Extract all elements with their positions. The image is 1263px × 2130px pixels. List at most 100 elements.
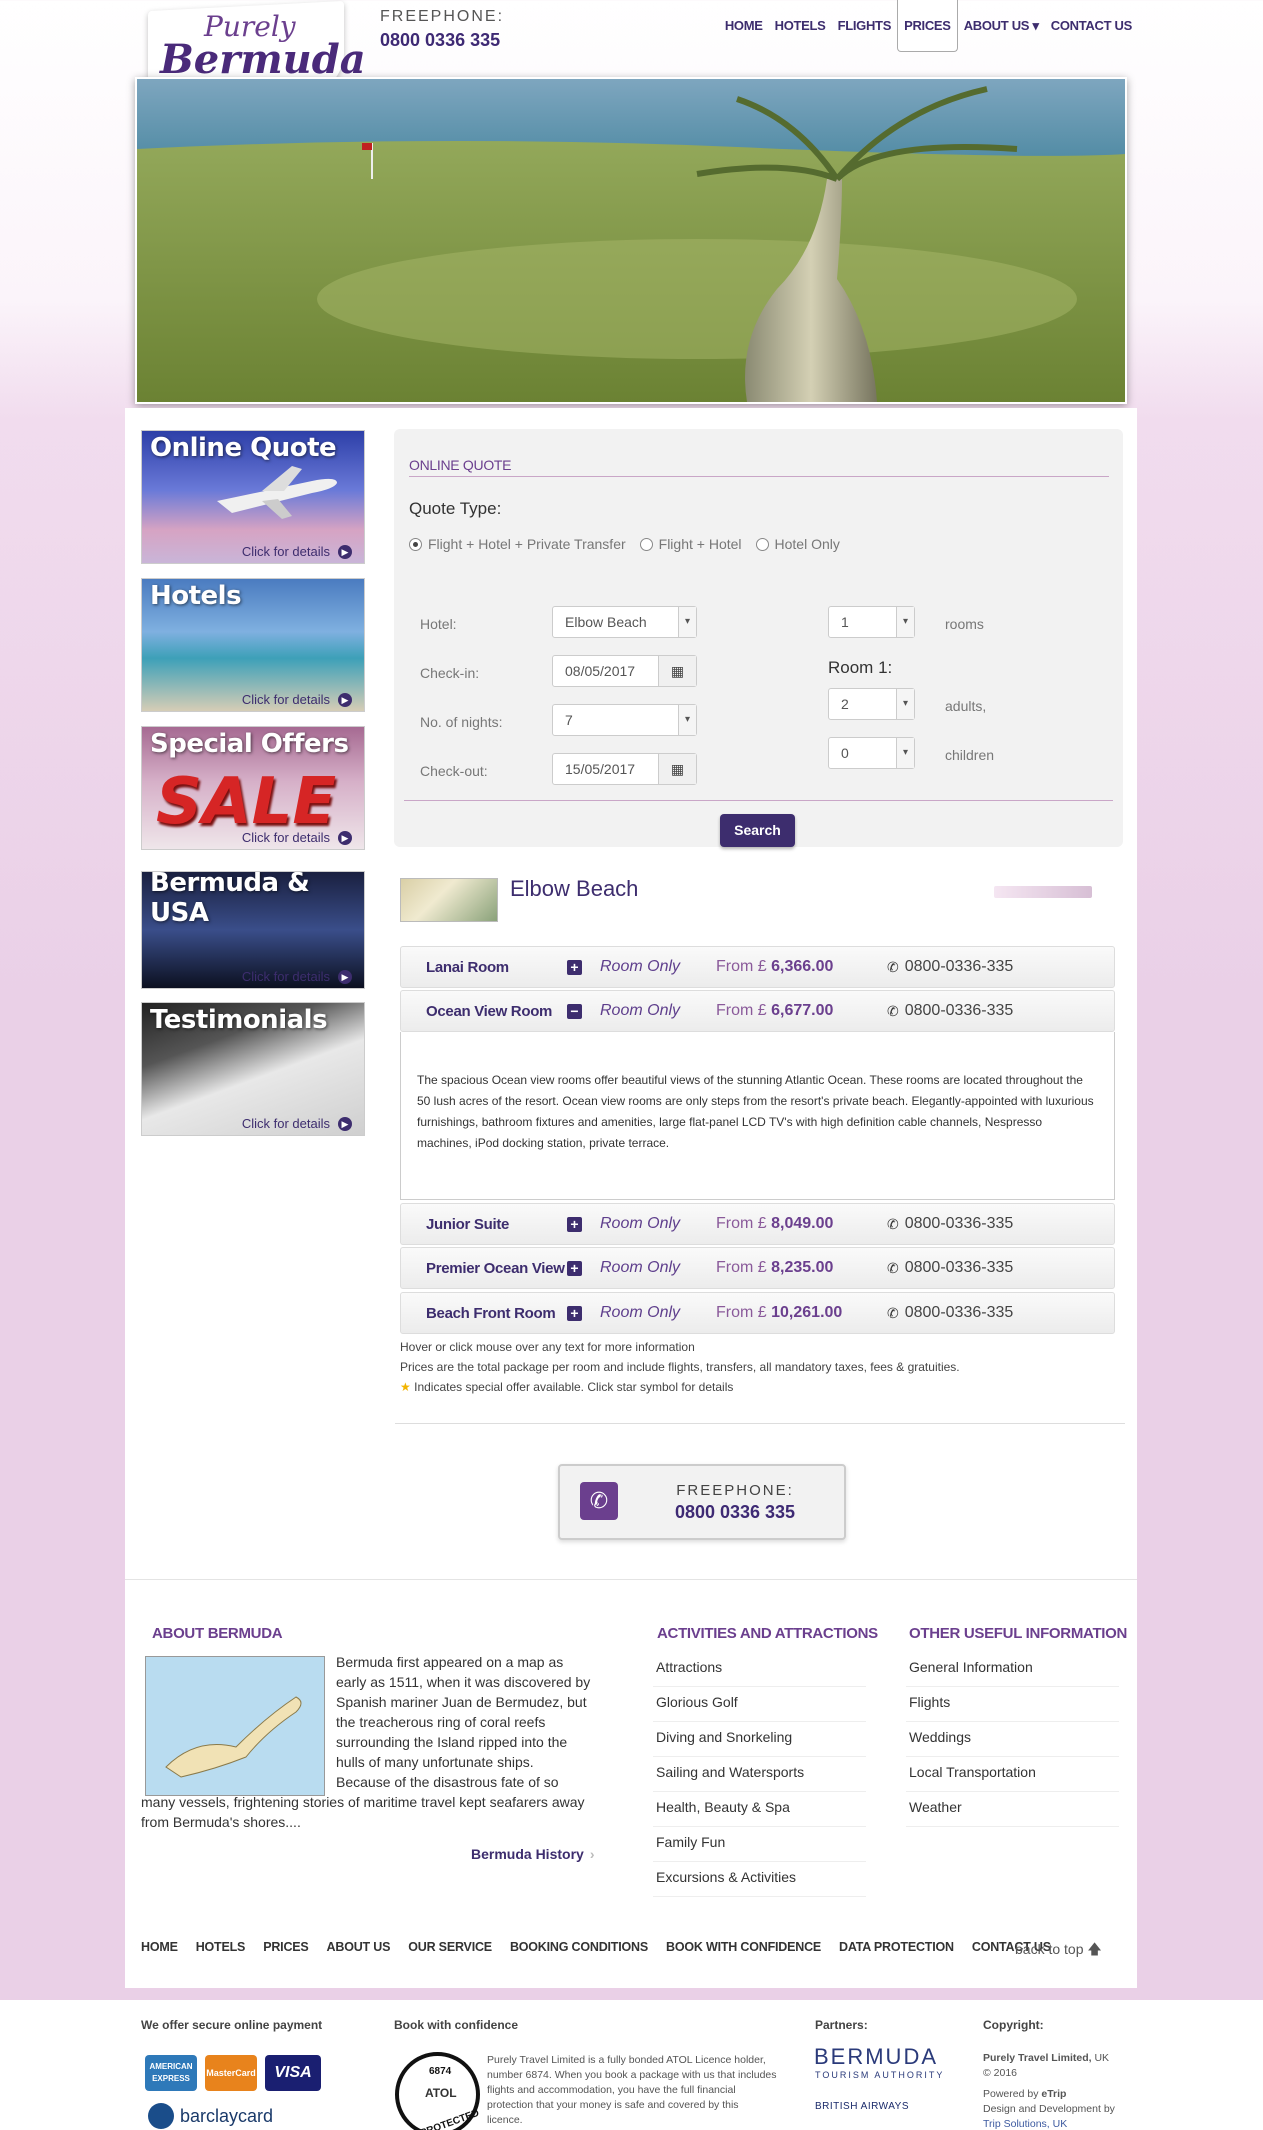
hotel-name[interactable]: Elbow Beach	[510, 876, 638, 902]
nav-contact-us[interactable]: CONTACT US	[1045, 0, 1138, 52]
room-row[interactable]: Junior Suite + Room Only From £ 8,049.00…	[400, 1203, 1115, 1245]
room-row[interactable]: Lanai Room + Room Only From £ 6,366.00 ✆…	[400, 946, 1115, 988]
hero-image	[135, 77, 1127, 404]
info-link[interactable]: Flights	[906, 1687, 1119, 1722]
header-freephone: FREEPHONE: 0800 0336 335	[380, 8, 504, 51]
footer-nav-hotels[interactable]: HOTELS	[196, 1940, 246, 1954]
adults-select[interactable]: 2 ▾	[828, 688, 915, 720]
checkout-input[interactable]: 15/05/2017 ▦	[552, 753, 697, 785]
collapse-icon[interactable]: −	[567, 1004, 582, 1019]
rooms-select[interactable]: 1 ▾	[828, 606, 915, 638]
promo-cta[interactable]: Click for details ▶	[242, 969, 352, 984]
bermuda-history-link[interactable]: Bermuda History ›	[471, 1846, 594, 1862]
activity-link[interactable]: Family Fun	[653, 1827, 866, 1862]
room-name[interactable]: Beach Front Room	[426, 1305, 556, 1322]
room-row-expanded[interactable]: Ocean View Room − Room Only From £ 6,677…	[400, 990, 1115, 1032]
nights-value: 7	[565, 712, 573, 728]
price-prefix: From £	[716, 1002, 767, 1019]
promo-cta[interactable]: Click for details ▶	[242, 830, 352, 845]
nav-hotels[interactable]: HOTELS	[769, 0, 832, 52]
info-link[interactable]: Weddings	[906, 1722, 1119, 1757]
expand-icon[interactable]: +	[567, 1217, 582, 1232]
star-icon[interactable]: ★	[400, 1380, 411, 1394]
radio-flight-hotel-transfer[interactable]: Flight + Hotel + Private Transfer	[409, 536, 626, 552]
nav-flights[interactable]: FLIGHTS	[832, 0, 898, 52]
room-name[interactable]: Lanai Room	[426, 959, 509, 976]
activity-link[interactable]: Attractions	[653, 1652, 866, 1687]
radio-button[interactable]	[409, 537, 422, 551]
footer-nav-about-us[interactable]: ABOUT US	[327, 1940, 391, 1954]
promo-cta[interactable]: Click for details ▶	[242, 692, 352, 707]
nav-about-us[interactable]: ABOUT US ▾	[958, 0, 1045, 52]
expand-icon[interactable]: +	[567, 960, 582, 975]
activity-link[interactable]: Excursions & Activities	[653, 1862, 866, 1897]
footer-nav-book-with-confidence[interactable]: BOOK WITH CONFIDENCE	[666, 1940, 821, 1954]
expand-icon[interactable]: +	[567, 1261, 582, 1276]
freephone-box-number[interactable]: 0800 0336 335	[650, 1502, 820, 1523]
calendar-icon[interactable]: ▦	[658, 754, 696, 784]
nav-prices[interactable]: PRICES	[897, 0, 958, 52]
room-phone[interactable]: ✆ 0800-0336-335	[887, 1215, 1013, 1233]
freephone-box[interactable]: ✆ FREEPHONE: 0800 0336 335	[558, 1464, 846, 1540]
activity-link[interactable]: Glorious Golf	[653, 1687, 866, 1722]
info-link[interactable]: Local Transportation	[906, 1757, 1119, 1792]
arrow-right-icon: ▶	[338, 1116, 352, 1131]
room-name[interactable]: Junior Suite	[426, 1216, 509, 1233]
hotel-select[interactable]: Elbow Beach ▾	[552, 606, 697, 638]
promo-title: Testimonials	[150, 1005, 328, 1035]
freephone-number[interactable]: 0800 0336 335	[380, 30, 504, 51]
children-select[interactable]: 0 ▾	[828, 737, 915, 769]
promo-cta[interactable]: Click for details ▶	[242, 544, 352, 559]
children-value: 0	[841, 745, 849, 761]
info-link[interactable]: General Information	[906, 1652, 1119, 1687]
room-name[interactable]: Ocean View Room	[426, 1003, 552, 1020]
about-text: Bermuda first appeared on a map as early…	[141, 1652, 591, 1832]
rating-bar	[994, 886, 1092, 898]
promo-online-quote[interactable]: Online Quote Click for details ▶	[141, 430, 365, 564]
quote-header: ONLINE QUOTE	[409, 457, 1109, 477]
footer-nav-prices[interactable]: PRICES	[263, 1940, 309, 1954]
room-row[interactable]: Beach Front Room + Room Only From £ 10,2…	[400, 1292, 1115, 1334]
promo-bermuda-usa[interactable]: Bermuda & USA Click for details ▶	[141, 871, 365, 989]
activity-link[interactable]: Diving and Snorkeling	[653, 1722, 866, 1757]
room-phone[interactable]: ✆ 0800-0336-335	[887, 1259, 1013, 1277]
hotel-label: Hotel:	[420, 616, 457, 632]
back-to-top-link[interactable]: back to top 🡅	[1015, 1939, 1102, 1963]
footer-nav-booking-conditions[interactable]: BOOKING CONDITIONS	[510, 1940, 648, 1954]
calendar-icon[interactable]: ▦	[658, 656, 696, 686]
hotel-thumbnail[interactable]	[400, 878, 498, 922]
price-value: 8,235.00	[771, 1259, 834, 1276]
footer-nav-our-service[interactable]: OUR SERVICE	[408, 1940, 492, 1954]
promo-cta[interactable]: Click for details ▶	[242, 1116, 352, 1131]
room-phone[interactable]: ✆ 0800-0336-335	[887, 1304, 1013, 1322]
adults-value: 2	[841, 696, 849, 712]
promo-hotels[interactable]: Hotels Click for details ▶	[141, 578, 365, 712]
radio-button[interactable]	[755, 537, 769, 551]
footer-nav-home[interactable]: HOME	[141, 1940, 178, 1954]
design-company-link[interactable]: Trip Solutions, UK	[983, 2118, 1067, 2130]
chevron-right-icon: ›	[589, 1846, 595, 1862]
caret-down-icon: ▾	[1032, 18, 1040, 33]
room-row[interactable]: Premier Ocean View + Room Only From £ 8,…	[400, 1247, 1115, 1289]
radio-button[interactable]	[639, 537, 653, 551]
powered-by-brand[interactable]: eTrip	[1041, 2088, 1066, 2100]
nav-home[interactable]: HOME	[719, 0, 769, 52]
room-phone[interactable]: ✆ 0800-0336-335	[887, 1002, 1013, 1020]
rooms-label: rooms	[945, 616, 984, 632]
barclaycard-text: barclaycard	[180, 2105, 274, 2126]
activity-link[interactable]: Sailing and Watersports	[653, 1757, 866, 1792]
promo-testimonials[interactable]: Testimonials Click for details ▶	[141, 1002, 365, 1136]
search-button[interactable]: Search	[720, 814, 795, 847]
radio-hotel-only[interactable]: Hotel Only	[755, 536, 840, 552]
radio-flight-hotel[interactable]: Flight + Hotel	[639, 536, 742, 552]
info-link[interactable]: Weather	[906, 1792, 1119, 1827]
room-phone[interactable]: ✆ 0800-0336-335	[887, 958, 1013, 976]
expand-icon[interactable]: +	[567, 1306, 582, 1321]
room-name[interactable]: Premier Ocean View	[426, 1260, 565, 1277]
promo-special-offers[interactable]: SALE Special Offers Click for details ▶	[141, 726, 365, 850]
activity-link[interactable]: Health, Beauty & Spa	[653, 1792, 866, 1827]
phone-icon: ✆	[887, 1215, 899, 1232]
checkin-input[interactable]: 08/05/2017 ▦	[552, 655, 697, 687]
nights-select[interactable]: 7 ▾	[552, 704, 697, 736]
footer-nav-data-protection[interactable]: DATA PROTECTION	[839, 1940, 954, 1954]
